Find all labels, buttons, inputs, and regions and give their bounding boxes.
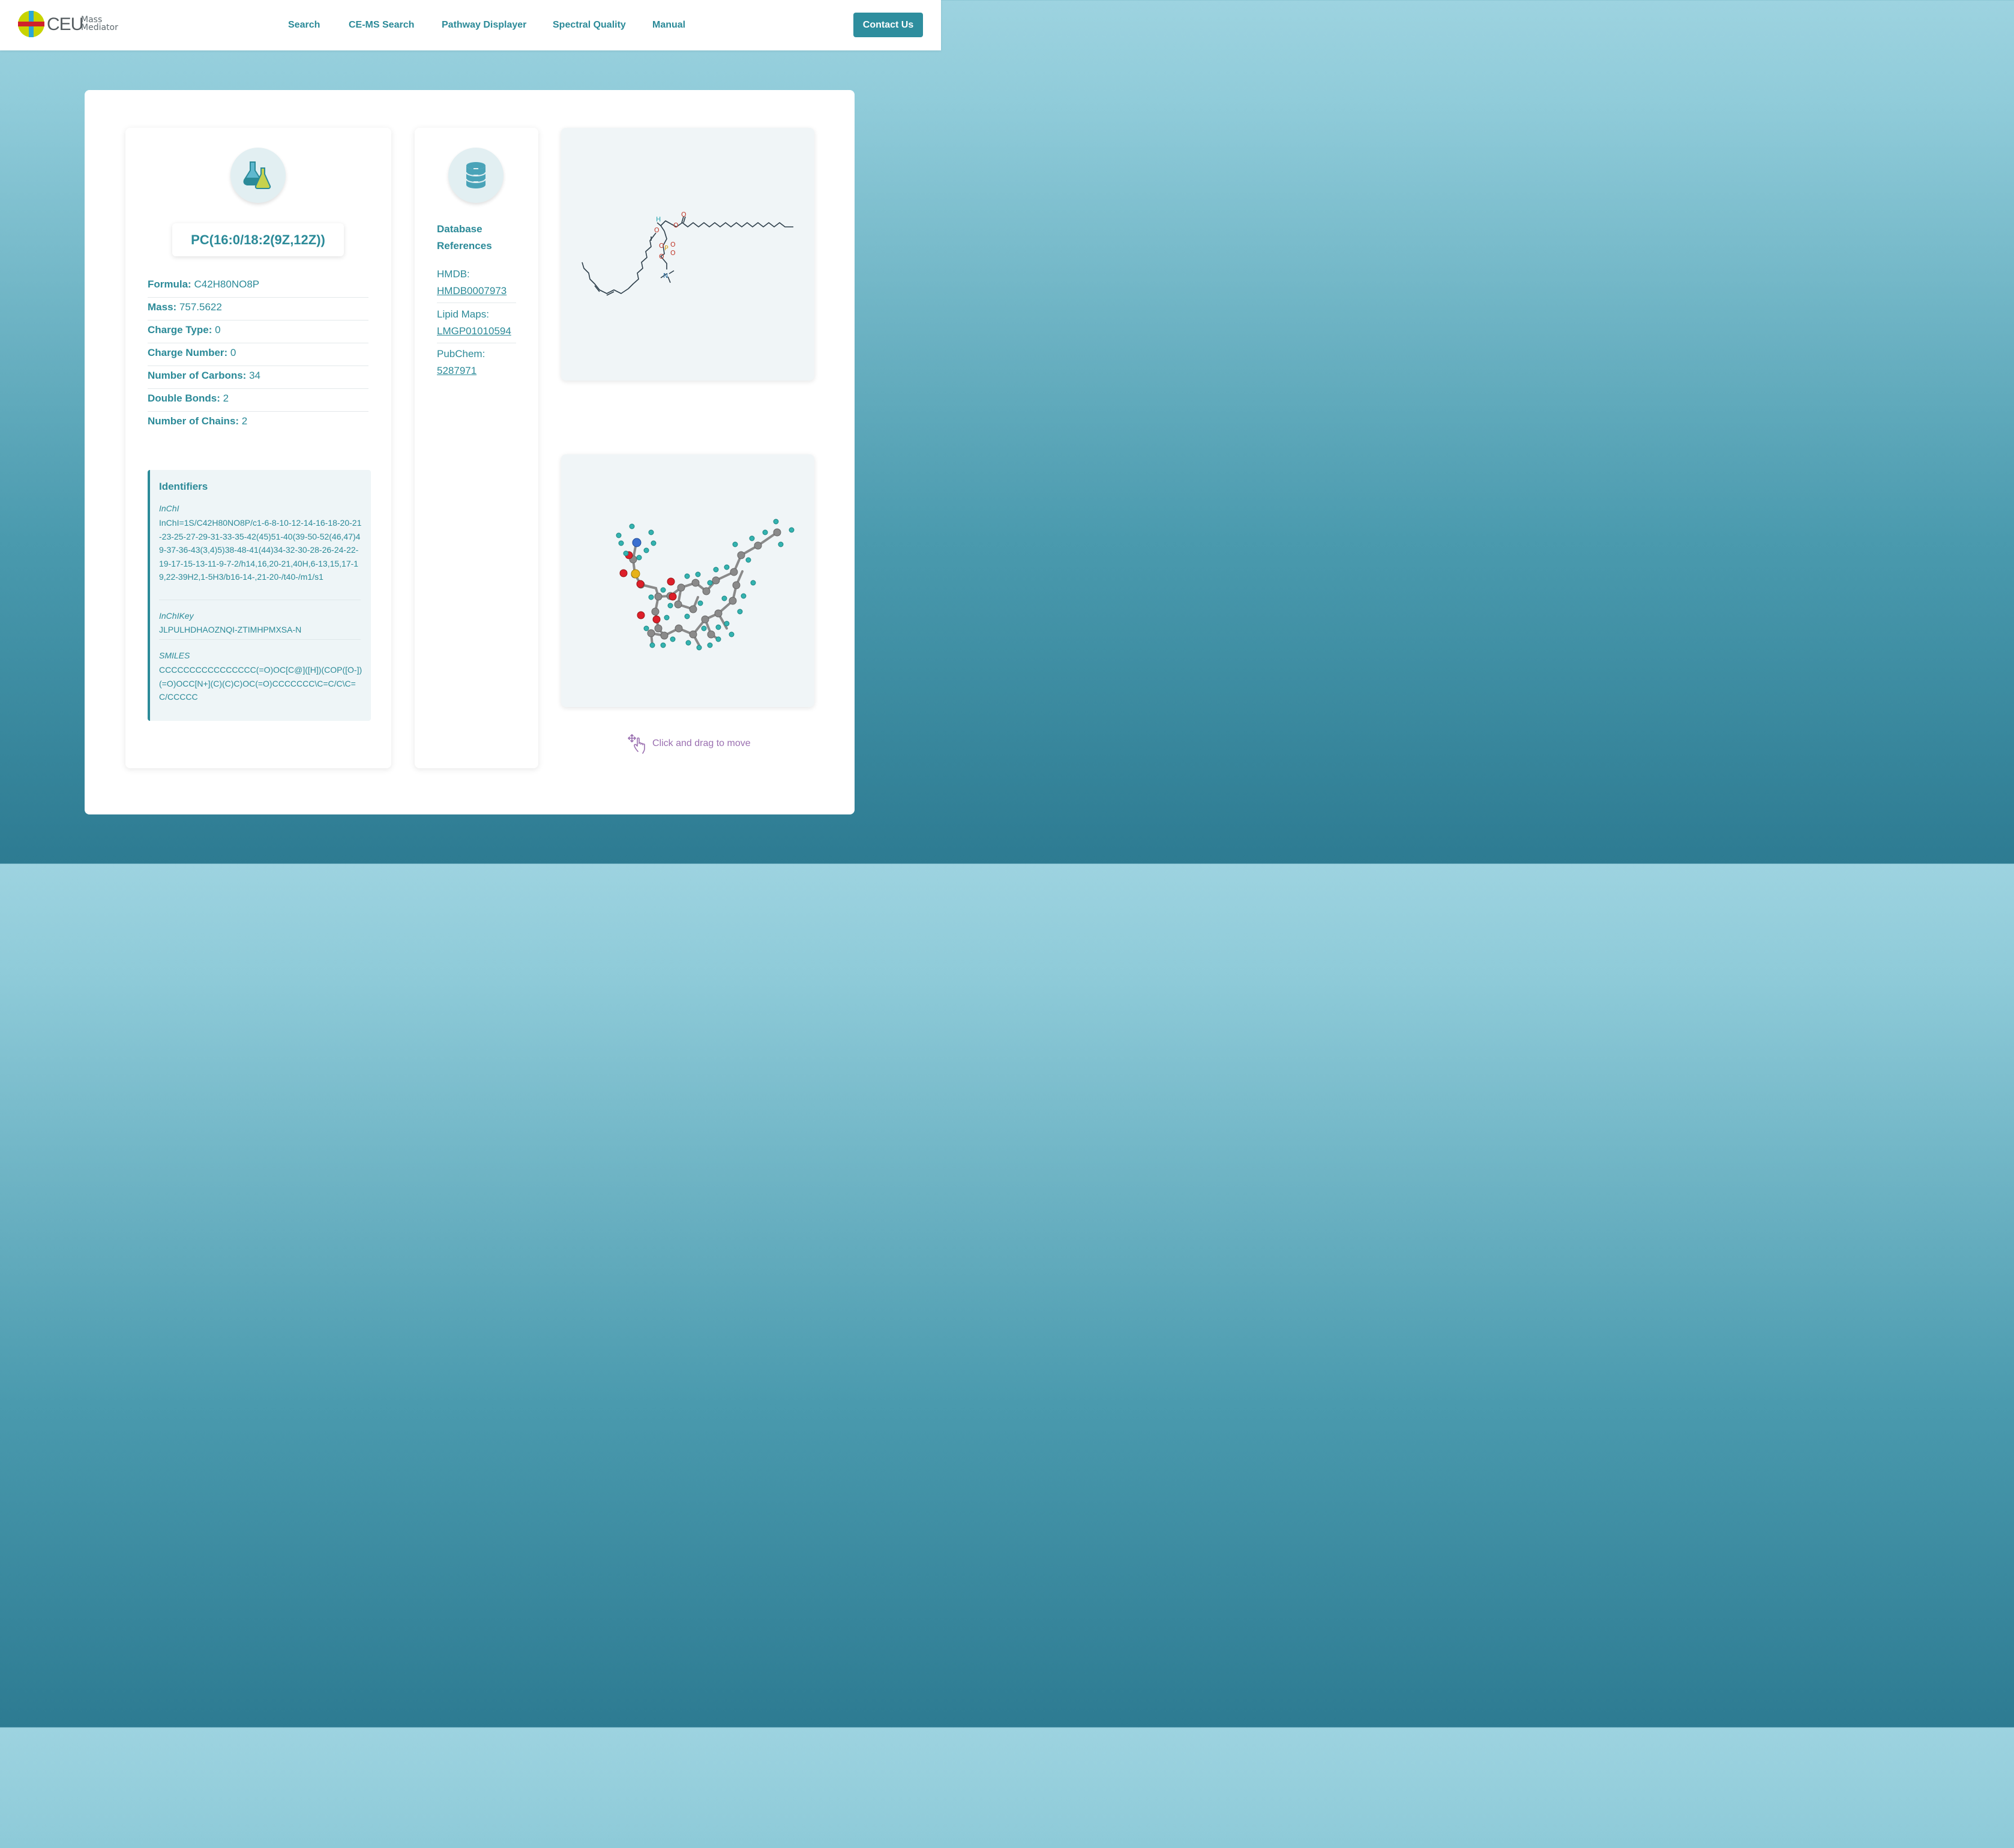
database-icon-badge <box>448 148 504 203</box>
hmdb-link[interactable]: HMDB0007973 <box>437 285 507 297</box>
compound-info-panel: PC(16:0/18:2(9Z,12Z)) Formula: C42H80NO8… <box>125 128 391 768</box>
atom-label-o: O <box>659 242 664 250</box>
property-row-chains: Number of Chains: 2 <box>148 411 368 434</box>
flask-icon <box>243 161 271 189</box>
smiles-label: SMILES <box>159 651 190 660</box>
property-key: Formula: <box>148 278 191 290</box>
inchi-label: InChI <box>159 504 179 513</box>
property-row-carbons: Number of Carbons: 34 <box>148 366 368 389</box>
inchikey-value: JLPULHDHAOZNQI-ZTIMHPMXSA-N <box>159 625 302 634</box>
nav-search[interactable]: Search <box>288 20 320 31</box>
property-value: 34 <box>249 370 260 381</box>
atom-label-o: O <box>670 249 676 257</box>
viewer-hint: Click and drag to move <box>627 733 807 755</box>
database-references-panel: Database References HMDB: HMDB0007973 Li… <box>415 128 538 768</box>
lipidmaps-link[interactable]: LMGP01010594 <box>437 325 511 337</box>
atom-label-h: H <box>656 215 661 223</box>
structure-3d-viewer[interactable] <box>561 454 814 707</box>
property-key: Double Bonds: <box>148 393 220 404</box>
property-key: Number of Carbons: <box>148 370 247 381</box>
top-navbar: CEU Mass Mediator Search CE-MS Search Pa… <box>0 0 941 50</box>
identifier-divider <box>159 639 361 640</box>
flask-icon-badge <box>230 148 286 203</box>
structure-2d-viewer: O H O O O P O O O N <box>561 128 814 381</box>
property-value: 757.5622 <box>179 301 222 313</box>
property-row-charge-number: Charge Number: 0 <box>148 343 368 366</box>
property-row-mass: Mass: 757.5622 <box>148 297 368 321</box>
property-value: 0 <box>230 347 236 358</box>
hmdb-label: HMDB: <box>437 268 470 280</box>
atom-label-p: P <box>664 244 669 252</box>
pubchem-link[interactable]: 5287971 <box>437 365 476 377</box>
database-references-title: Database References <box>437 223 492 251</box>
property-key: Number of Chains: <box>148 415 239 427</box>
logo-text-main: CEU <box>47 14 83 34</box>
atom-label-o: O <box>654 226 660 234</box>
pubchem-label: PubChem: <box>437 348 485 360</box>
site-logo[interactable]: CEU Mass Mediator <box>18 11 123 38</box>
property-key: Charge Number: <box>148 347 228 358</box>
inchi-value: InChI=1S/C42H80NO8P/c1-6-8-10-12-14-16-1… <box>159 518 362 582</box>
smiles-value: CCCCCCCCCCCCCCCC(=O)OC[C@]([H])(COP([O-]… <box>159 665 362 702</box>
nav-manual[interactable]: Manual <box>652 20 685 31</box>
property-value: 2 <box>241 415 248 427</box>
nav-spectral-quality[interactable]: Spectral Quality <box>553 20 626 31</box>
logo-text-sub: Mass Mediator <box>81 16 118 32</box>
compound-name: PC(16:0/18:2(9Z,12Z)) <box>172 223 344 256</box>
drag-hand-icon <box>628 734 645 754</box>
db-divider <box>437 302 516 303</box>
nav-ce-ms-search[interactable]: CE-MS Search <box>349 20 414 31</box>
atom-label-o: O <box>670 241 676 248</box>
logo-cross-icon <box>18 11 44 37</box>
identifiers-box: Identifiers InChI InChI=1S/C42H80NO8P/c1… <box>148 470 371 721</box>
property-row-formula: Formula: C42H80NO8P <box>148 274 368 298</box>
lipidmaps-label: Lipid Maps: <box>437 309 489 320</box>
identifiers-title: Identifiers <box>159 481 208 492</box>
property-value: C42H80NO8P <box>194 278 260 290</box>
property-key: Mass: <box>148 301 177 313</box>
viewer-hint-text: Click and drag to move <box>652 738 751 748</box>
structure-2d-drawing: O H O O O P O O O N <box>582 211 793 296</box>
contact-us-button[interactable]: Contact Us <box>853 13 923 37</box>
logo-sub-line2: Mediator <box>81 23 118 32</box>
property-value: 2 <box>223 393 229 404</box>
database-icon <box>466 162 486 188</box>
atom-label-o: O <box>681 211 687 218</box>
property-row-double-bonds: Double Bonds: 2 <box>148 388 368 412</box>
property-row-charge-type: Charge Type: 0 <box>148 320 368 343</box>
inchikey-label: InChIKey <box>159 611 194 621</box>
property-key: Charge Type: <box>148 324 212 336</box>
nav-pathway-displayer[interactable]: Pathway Displayer <box>442 20 526 31</box>
atom-label-n: N <box>663 272 668 280</box>
atom-label-o: O <box>673 221 679 229</box>
compound-card: PC(16:0/18:2(9Z,12Z)) Formula: C42H80NO8… <box>85 90 855 814</box>
atom-label-o: O <box>659 253 664 260</box>
property-value: 0 <box>215 324 221 336</box>
molecule-3d-model[interactable] <box>561 454 814 707</box>
